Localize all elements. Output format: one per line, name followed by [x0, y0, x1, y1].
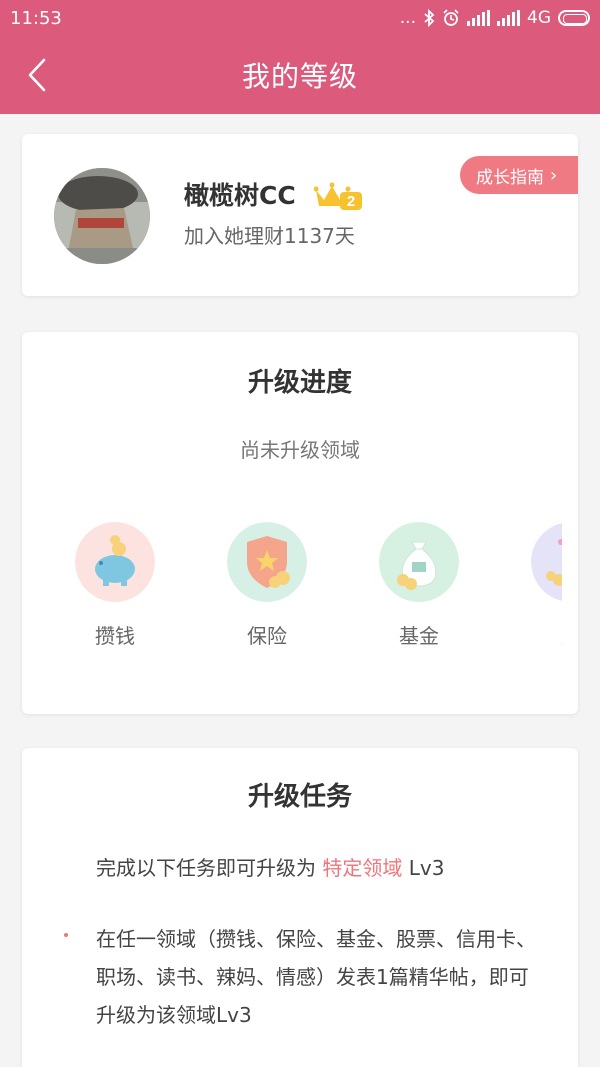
- domain-label: 攒钱: [95, 624, 135, 648]
- domain-item-stocks[interactable]: 股: [511, 518, 562, 649]
- back-arrow-icon[interactable]: [24, 56, 58, 94]
- tasks-intro-highlight: 特定领域: [322, 856, 403, 880]
- task-bullet-text: 在任一领域（攒钱、保险、基金、股票、信用卡、职场、读书、辣妈、情感）发表1篇精华…: [96, 927, 536, 1027]
- network-type: 4G: [527, 8, 551, 28]
- more-dots-icon: ...: [399, 8, 416, 28]
- level-crown-icon: 2: [314, 182, 362, 210]
- signal-icon: [467, 10, 490, 26]
- progress-subtitle: 尚未升级领域: [240, 438, 360, 462]
- bluetooth-icon: [424, 9, 435, 27]
- growth-guide-button[interactable]: 成长指南 ›: [460, 156, 578, 194]
- tasks-intro-suffix: Lv3: [402, 856, 445, 880]
- upgrade-progress-card: 升级进度 尚未升级领域 攒钱 保险 基金: [22, 332, 578, 714]
- piggy-bank-icon: [75, 522, 155, 602]
- domain-label: 股: [511, 620, 562, 649]
- hd-signal-icon: [497, 10, 520, 26]
- progress-title: 升级进度: [247, 368, 352, 398]
- tasks-title: 升级任务: [247, 782, 352, 812]
- growth-guide-label: 成长指南: [476, 167, 544, 188]
- profile-card: 橄榄树CC 2 加入她理财1137天 成长指南 ›: [22, 134, 578, 296]
- domain-label: 保险: [247, 624, 287, 648]
- money-bag-icon: [379, 522, 459, 602]
- domain-item-fund[interactable]: 基金: [359, 518, 479, 649]
- status-time: 11:53: [10, 7, 62, 29]
- avatar-image: [54, 168, 150, 264]
- avatar[interactable]: [54, 168, 150, 264]
- level-badge-number: 2: [347, 193, 355, 210]
- stock-icon: [531, 523, 562, 601]
- page-title: 我的等级: [241, 60, 358, 93]
- tasks-intro-prefix: 完成以下任务即可升级为: [96, 856, 323, 880]
- chevron-right-icon: ›: [550, 164, 558, 186]
- status-bar: 11:53 ... 4G: [0, 0, 600, 36]
- username: 橄榄树CC: [184, 181, 296, 210]
- battery-icon: [558, 10, 590, 26]
- alarm-icon: [443, 9, 459, 26]
- domain-label: 基金: [399, 624, 439, 648]
- tasks-intro: 完成以下任务即可升级为 特定领域 Lv3: [96, 852, 444, 881]
- join-days-text: 加入她理财1137天: [184, 224, 355, 248]
- domain-item-savings[interactable]: 攒钱: [55, 518, 175, 649]
- nav-bar: 我的等级: [0, 36, 600, 114]
- upgrade-tasks-card: 升级任务 完成以下任务即可升级为 特定领域 Lv3 在任一领域（攒钱、保险、基金…: [22, 748, 578, 1067]
- status-icons: ... 4G: [400, 8, 590, 28]
- shield-star-icon: [227, 522, 307, 602]
- domain-scroll[interactable]: 攒钱 保险 基金: [22, 518, 562, 658]
- domain-item-insurance[interactable]: 保险: [207, 518, 327, 649]
- bullet-dot: [64, 933, 68, 937]
